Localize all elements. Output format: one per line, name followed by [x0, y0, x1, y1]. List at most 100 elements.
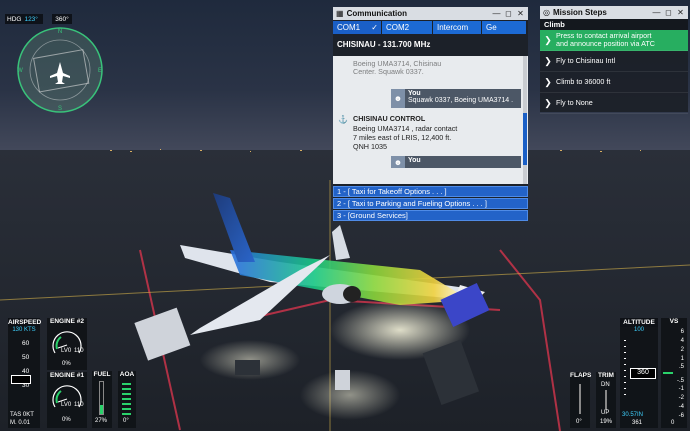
vertical-speed-indicator: VS 6 4 2 1 .5 -.5 -1 -2 -4 -6 0: [661, 318, 687, 428]
engine-2-percent: 0%: [62, 361, 71, 367]
vs-tick: -6: [678, 413, 684, 419]
mission-phase: Climb: [540, 19, 688, 30]
minimize-icon[interactable]: —: [492, 9, 501, 18]
engine-2-label: ENGINE #2: [50, 318, 84, 325]
step-2-label: Fly to Chisinau Intl: [556, 56, 616, 65]
tas-value: 0KT: [22, 412, 34, 418]
tab-more[interactable]: Ge: [482, 21, 526, 34]
vs-label: VS: [669, 318, 679, 325]
mach-label: M.: [10, 420, 17, 426]
engine-2-small: 110: [74, 348, 84, 354]
vs-tick: .5: [678, 364, 684, 370]
vs-tick: 6: [680, 329, 684, 335]
you-label-2: You: [408, 157, 421, 164]
fuel-bar: [99, 381, 104, 415]
mission-step-current[interactable]: ❯ Press to contact arrival airport and a…: [540, 30, 688, 51]
vs-tick: -1: [678, 386, 684, 392]
airspeed-pointer-box: [11, 375, 31, 384]
chevron-right-icon: ❯: [544, 35, 552, 45]
tas-readout: TAS 0KT: [10, 412, 34, 418]
message-log[interactable]: Boeing UMA3714, Chisinau Center. Squawk …: [333, 56, 528, 184]
tab-intercom[interactable]: Intercom: [433, 21, 481, 34]
trim-indicator: TRIM DN UP 19%: [596, 372, 616, 428]
tas-label: TAS: [10, 412, 22, 418]
altitude-scale: [624, 340, 626, 400]
aoa-bar: [122, 383, 131, 415]
engine-1-gauge: ENGINE #1 LV0 110 0%: [47, 372, 87, 428]
com1-check-icon: ✓: [371, 23, 378, 32]
you-message-1: ☻ You Squawk 0337, Boeing UMA3714 .: [391, 89, 521, 108]
fuel-label: FUEL: [93, 371, 111, 378]
engine-1-small: 110: [74, 402, 84, 408]
trim-value: 19%: [600, 419, 613, 425]
atc-sender: CHISINAU CONTROL: [353, 114, 426, 123]
option-taxi-parking[interactable]: 2 - [ Taxi to Parking and Fueling Option…: [333, 198, 528, 209]
trim-up: UP: [601, 410, 610, 416]
track-value: 360°: [55, 15, 69, 23]
airspeed-value: 130 KTS: [12, 327, 36, 333]
heading-label: HDG: [7, 15, 22, 23]
mach-readout: M. 0.01: [10, 420, 30, 426]
communication-panel: ▦ Communication — ◻ ✕ COM1 ✓ COM2 Interc…: [333, 7, 528, 221]
airspeed-tick-60: 60: [22, 340, 30, 347]
minimize-icon[interactable]: —: [652, 8, 661, 17]
airspeed-tick-50: 50: [22, 354, 30, 361]
pilot-avatar-icon: ☻: [391, 156, 405, 168]
vs-tick: 2: [680, 347, 684, 353]
aoa-label: AOA: [119, 371, 135, 378]
svg-text:W: W: [17, 68, 23, 74]
mission-step[interactable]: ❯ Climb to 36000 ft: [540, 72, 688, 93]
popout-icon[interactable]: ◻: [504, 9, 513, 18]
option-ground-services[interactable]: 3 - [Ground Services]: [333, 210, 528, 221]
engine-2-gauge: ENGINE #2 LV0 110 0%: [47, 318, 87, 370]
vs-pointer: [663, 372, 673, 374]
engine-2-n1: LV0: [61, 348, 72, 354]
communication-title: Communication: [346, 9, 408, 18]
fuel-bar-fill: [100, 405, 103, 414]
tab-com2[interactable]: COM2: [382, 21, 432, 34]
message-partial-2: Center. Squawk 0337.: [353, 67, 424, 76]
svg-text:S: S: [58, 106, 62, 112]
mission-step[interactable]: ❯ Fly to None: [540, 93, 688, 114]
pilot-avatar-icon: ☻: [391, 89, 405, 108]
mission-titlebar[interactable]: ◎ Mission Steps — ◻ ✕: [540, 6, 688, 19]
airspeed-tick-40: 40: [22, 368, 30, 375]
atc-options: 1 - [ Taxi for Takeoff Options . . . ] 2…: [333, 186, 528, 222]
engine-1-percent: 0%: [62, 417, 71, 423]
chevron-right-icon: ❯: [544, 77, 552, 87]
fuel-value: 27%: [95, 418, 108, 424]
you-label-1: You: [408, 90, 421, 97]
vs-tick: -.5: [676, 378, 684, 384]
atc-line-3: QNH 1035: [353, 142, 387, 151]
popout-icon[interactable]: ◻: [664, 8, 673, 17]
chevron-right-icon: ❯: [544, 98, 552, 108]
step-4-label: Fly to None: [556, 98, 593, 107]
chat-icon: ▦: [336, 9, 344, 18]
flaps-label: FLAPS: [570, 372, 592, 379]
option-taxi-takeoff[interactable]: 1 - [ Taxi for Takeoff Options . . . ]: [333, 186, 528, 197]
altitude-baro: 30.57IN: [622, 412, 644, 418]
airspeed-label: AIRSPEED: [8, 318, 42, 327]
mach-value: 0.01: [18, 420, 31, 426]
altitude-top: 100: [633, 327, 644, 333]
you-text-1: Squawk 0337, Boeing UMA3714 .: [408, 97, 514, 104]
step-3-label: Climb to 36000 ft: [556, 77, 611, 86]
close-icon[interactable]: ✕: [516, 9, 525, 18]
heading-readout: HDG 123°: [5, 14, 43, 24]
scrollbar-thumb[interactable]: [523, 113, 527, 165]
heading-value: 123°: [24, 15, 38, 23]
svg-text:N: N: [58, 29, 62, 35]
communication-titlebar[interactable]: ▦ Communication — ◻ ✕: [333, 7, 528, 20]
tab-com1[interactable]: COM1 ✓: [333, 21, 381, 34]
svg-text:E: E: [98, 68, 102, 74]
vs-tick: -4: [678, 404, 684, 410]
message-scrollbar[interactable]: [523, 56, 527, 184]
flaps-value: 0°: [576, 419, 582, 425]
vs-tick: 4: [680, 338, 684, 344]
engine-1-n1: LV0: [61, 402, 72, 408]
mission-title: Mission Steps: [552, 8, 607, 17]
close-icon[interactable]: ✕: [676, 8, 685, 17]
aoa-value: 0°: [123, 418, 129, 424]
mission-step[interactable]: ❯ Fly to Chisinau Intl: [540, 51, 688, 72]
chevron-right-icon: ❯: [544, 56, 552, 66]
